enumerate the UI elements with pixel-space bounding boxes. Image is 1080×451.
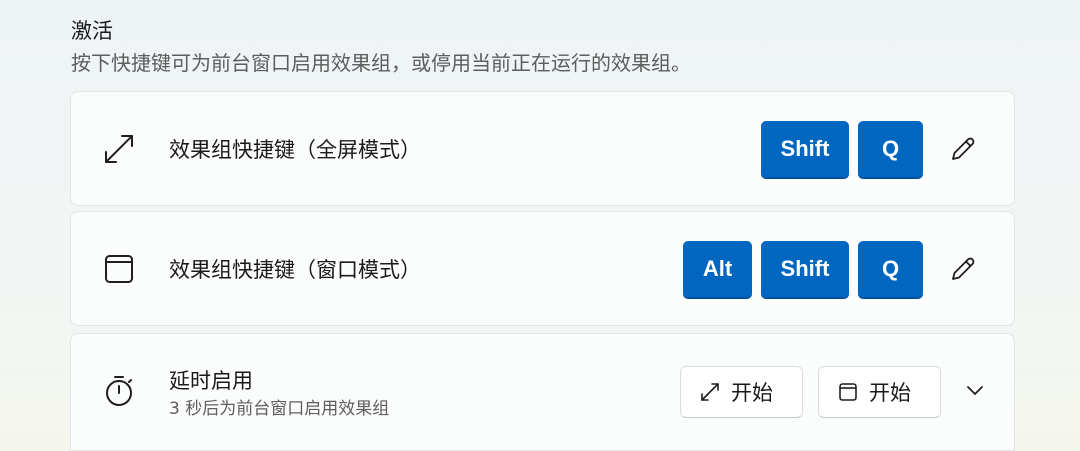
section-description: 按下快捷键可为前台窗口启用效果组，或停用当前正在运行的效果组。 (71, 51, 691, 75)
edit-fullscreen-shortcut-button[interactable] (946, 134, 980, 168)
expand-arrows-icon (101, 131, 137, 167)
fullscreen-shortcut-card: 效果组快捷键（全屏模式） Shift Q (70, 91, 1015, 206)
edit-window-shortcut-button[interactable] (946, 254, 980, 288)
key-q: Q (858, 241, 923, 299)
delay-activation-description: 3 秒后为前台窗口启用效果组 (169, 399, 390, 419)
fullscreen-shortcut-label: 效果组快捷键（全屏模式） (169, 138, 421, 162)
pencil-icon (948, 134, 978, 168)
pencil-icon (948, 254, 978, 288)
window-shortcut-keys: Alt Shift Q (683, 241, 923, 299)
start-fullscreen-label: 开始 (731, 381, 773, 405)
chevron-down-icon (964, 379, 986, 405)
key-alt: Alt (683, 241, 752, 299)
start-fullscreen-button[interactable]: 开始 (680, 366, 803, 418)
fullscreen-shortcut-keys: Shift Q (761, 121, 923, 179)
window-shortcut-card: 效果组快捷键（窗口模式） Alt Shift Q (70, 211, 1015, 326)
expand-arrows-icon (699, 381, 721, 403)
key-shift: Shift (761, 241, 849, 299)
window-shortcut-label: 效果组快捷键（窗口模式） (169, 258, 421, 282)
expand-chevron-button[interactable] (961, 378, 989, 406)
window-icon (101, 251, 137, 287)
delay-activation-card: 延时启用 3 秒后为前台窗口启用效果组 开始 开始 (70, 333, 1015, 451)
key-q: Q (858, 121, 923, 179)
start-window-label: 开始 (869, 381, 911, 405)
window-icon (837, 381, 859, 403)
start-window-button[interactable]: 开始 (818, 366, 941, 418)
key-shift: Shift (761, 121, 849, 179)
timer-icon (101, 373, 137, 409)
delay-activation-label: 延时启用 (169, 369, 253, 393)
section-title: 激活 (71, 19, 113, 43)
